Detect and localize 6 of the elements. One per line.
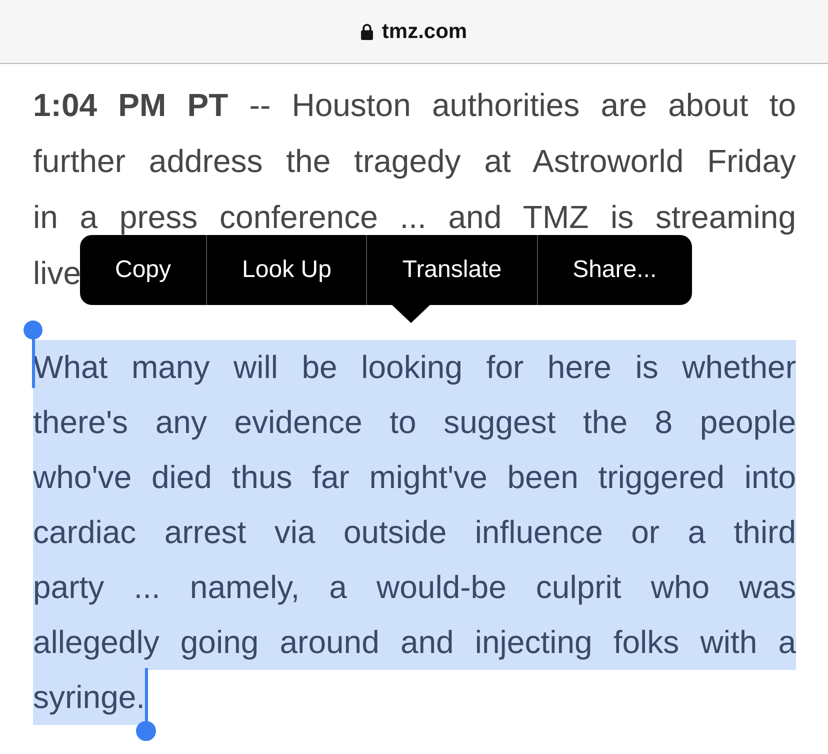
menu-item[interactable]: Copy bbox=[80, 235, 206, 305]
article-paragraph: What many will be looking for here is whether there's any evidence to suggest the 8 people who've died thus far might've been triggered into cardiac arrest via outside influence or a third party ... namely, a would-be culprit who was allegedly going around and injecting folks with a syringe. bbox=[33, 340, 796, 725]
menu-item[interactable]: Look Up bbox=[206, 235, 366, 305]
paragraph-fragment: live bbox=[33, 255, 82, 291]
url-text[interactable]: tmz.com bbox=[382, 20, 468, 44]
menu-item[interactable]: Share... bbox=[536, 235, 692, 305]
